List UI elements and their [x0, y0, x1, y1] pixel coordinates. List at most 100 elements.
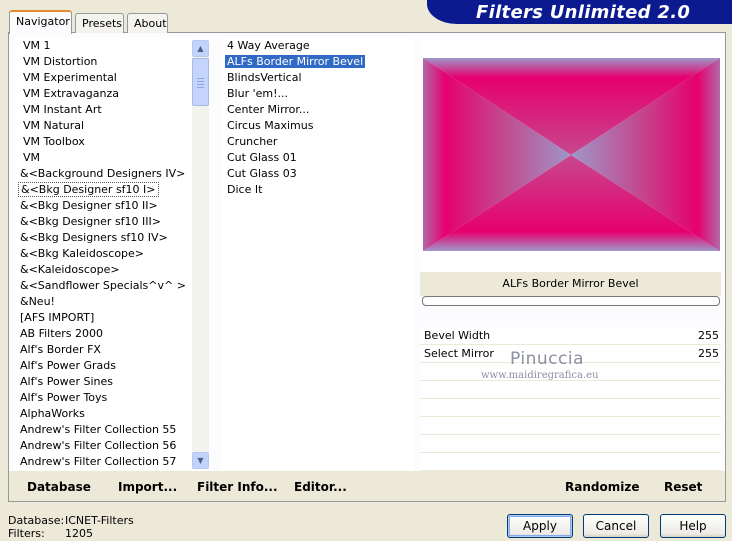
- category-item[interactable]: Alf's Power Toys: [14, 390, 192, 406]
- filter-info-button[interactable]: Filter Info...: [197, 480, 278, 494]
- filter-item[interactable]: 4 Way Average: [221, 38, 414, 54]
- filters-count-label: Filters:: [8, 527, 45, 540]
- category-item[interactable]: VM Experimental: [14, 70, 192, 86]
- param-row: [420, 417, 721, 435]
- apply-button[interactable]: Apply: [507, 514, 573, 538]
- help-button[interactable]: Help: [660, 514, 726, 538]
- scroll-up-button[interactable]: ▲: [192, 40, 209, 57]
- filter-item[interactable]: Cut Glass 01: [221, 150, 414, 166]
- filter-item[interactable]: ALFs Border Mirror Bevel: [221, 54, 414, 70]
- category-item[interactable]: [AFS IMPORT]: [14, 310, 192, 326]
- cancel-button[interactable]: Cancel: [583, 514, 649, 538]
- tab-navigator[interactable]: Navigator: [9, 10, 72, 34]
- filter-item[interactable]: Center Mirror...: [221, 102, 414, 118]
- database-label: Database:: [8, 514, 65, 527]
- category-item-label: VM Distortion: [23, 55, 98, 68]
- category-item-label: AlphaWorks: [20, 407, 85, 420]
- filter-item-label: Cut Glass 01: [227, 151, 297, 164]
- tab-presets[interactable]: Presets: [75, 13, 124, 33]
- category-item[interactable]: &<Bkg Designer sf10 I>: [14, 182, 192, 198]
- category-item-label: &<Bkg Designer sf10 II>: [20, 199, 158, 212]
- category-item-label: Andrew's Filter Collection 56: [20, 439, 177, 452]
- category-item[interactable]: &<Bkg Designers sf10 IV>: [14, 230, 192, 246]
- category-item[interactable]: Andrew's Filter Collection 57: [14, 454, 192, 470]
- category-item-label: VM 1: [23, 39, 51, 52]
- scroll-down-button[interactable]: ▼: [192, 452, 209, 469]
- category-item[interactable]: Alf's Power Grads: [14, 358, 192, 374]
- category-item-label: &<Bkg Designer sf10 I>: [18, 182, 159, 197]
- editor-button[interactable]: Editor...: [294, 480, 347, 494]
- param-row[interactable]: Bevel Width 255: [420, 327, 721, 345]
- filter-item-label: Center Mirror...: [227, 103, 310, 116]
- category-item-label: VM: [23, 151, 41, 164]
- filter-item-label: Dice It: [227, 183, 263, 196]
- category-item-label: &<Sandflower Specials^v^ >: [20, 279, 186, 292]
- category-item[interactable]: VM Extravaganza: [14, 86, 192, 102]
- category-item[interactable]: Alf's Border FX: [14, 342, 192, 358]
- category-item[interactable]: &Neu!: [14, 294, 192, 310]
- category-item-label: &<Bkg Designers sf10 IV>: [20, 231, 168, 244]
- filter-item[interactable]: Cruncher: [221, 134, 414, 150]
- filter-item[interactable]: BlindsVertical: [221, 70, 414, 86]
- category-item-label: &<Kaleidoscope>: [20, 263, 120, 276]
- database-button[interactable]: Database: [27, 480, 91, 494]
- category-item[interactable]: VM: [14, 150, 192, 166]
- param-value[interactable]: 255: [698, 329, 719, 342]
- category-item[interactable]: Alf's Power Sines: [14, 374, 192, 390]
- filters-count-value: 1205: [65, 527, 93, 540]
- param-row: [420, 453, 721, 471]
- category-item[interactable]: VM Instant Art: [14, 102, 192, 118]
- category-item[interactable]: &<Kaleidoscope>: [14, 262, 192, 278]
- param-label: Select Mirror: [424, 347, 494, 360]
- category-item[interactable]: Andrew's Filter Collection 55: [14, 422, 192, 438]
- category-item-label: &<Bkg Designer sf10 III>: [20, 215, 162, 228]
- category-item[interactable]: VM 1: [14, 38, 192, 54]
- filter-preview-image: [423, 58, 720, 251]
- filter-item-label: BlindsVertical: [227, 71, 302, 84]
- chevron-up-icon: ▲: [197, 44, 204, 53]
- category-item[interactable]: &<Sandflower Specials^v^ >: [14, 278, 192, 294]
- category-item-label: Alf's Power Sines: [20, 375, 113, 388]
- reset-button[interactable]: Reset: [664, 480, 702, 494]
- category-list[interactable]: VM 1 VM Distortion VM Experimental VM Extra…: [14, 38, 192, 470]
- param-value[interactable]: 255: [698, 347, 719, 360]
- category-item[interactable]: VM Distortion: [14, 54, 192, 70]
- category-item-label: AB Filters 2000: [20, 327, 104, 340]
- filter-item[interactable]: Cut Glass 03: [221, 166, 414, 182]
- param-row: [420, 399, 721, 417]
- param-row: [420, 381, 721, 399]
- progress-bar: [422, 296, 720, 306]
- category-item[interactable]: AB Filters 2000: [14, 326, 192, 342]
- category-item[interactable]: VM Toolbox: [14, 134, 192, 150]
- category-item-label: Alf's Border FX: [20, 343, 101, 356]
- category-item-label: &<Bkg Kaleidoscope>: [20, 247, 145, 260]
- import-button[interactable]: Import...: [118, 480, 177, 494]
- category-scrollbar[interactable]: ▲ ▼: [192, 40, 209, 469]
- category-item-label: Andrew's Filter Collection 55: [20, 423, 177, 436]
- category-item[interactable]: &<Bkg Designer sf10 II>: [14, 198, 192, 214]
- randomize-button[interactable]: Randomize: [565, 480, 639, 494]
- filter-item-label: Blur 'em!...: [227, 87, 288, 100]
- filter-title: ALFs Border Mirror Bevel: [420, 272, 721, 296]
- filter-item[interactable]: Circus Maximus: [221, 118, 414, 134]
- category-item-label: Alf's Power Toys: [20, 391, 108, 404]
- category-item-label: VM Toolbox: [23, 135, 85, 148]
- category-item-label: &Neu!: [20, 295, 55, 308]
- filter-list[interactable]: 4 Way Average ALFs Border Mirror Bevel Bli…: [221, 38, 414, 470]
- chevron-down-icon: ▼: [197, 456, 204, 465]
- category-item[interactable]: VM Natural: [14, 118, 192, 134]
- app-title: Filters Unlimited 2.0: [476, 2, 691, 23]
- filter-item-label: 4 Way Average: [227, 39, 310, 52]
- category-item[interactable]: Andrew's Filter Collection 56: [14, 438, 192, 454]
- filter-item[interactable]: Dice It: [221, 182, 414, 198]
- category-item[interactable]: &<Background Designers IV>: [14, 166, 192, 182]
- scroll-thumb[interactable]: [192, 58, 209, 106]
- category-item-label: Andrew's Filter Collection 57: [20, 455, 177, 468]
- filter-item[interactable]: Blur 'em!...: [221, 86, 414, 102]
- category-item[interactable]: &<Bkg Designer sf10 III>: [14, 214, 192, 230]
- category-item[interactable]: AlphaWorks: [14, 406, 192, 422]
- database-value: ICNET-Filters: [65, 514, 134, 527]
- tab-about[interactable]: About: [127, 13, 168, 33]
- category-item[interactable]: &<Bkg Kaleidoscope>: [14, 246, 192, 262]
- filter-item-label: Circus Maximus: [227, 119, 314, 132]
